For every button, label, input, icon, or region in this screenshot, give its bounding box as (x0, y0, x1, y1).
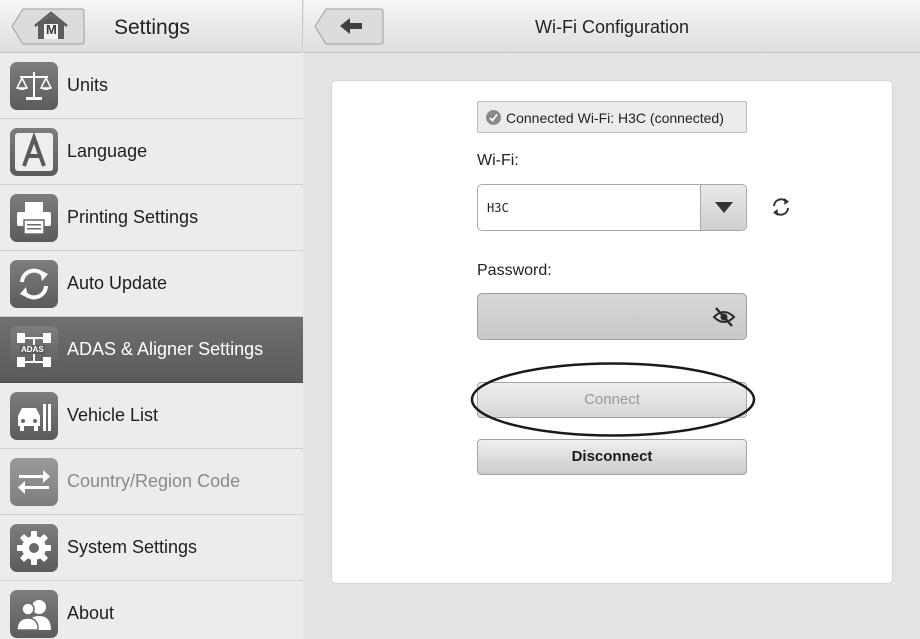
settings-panel: M Settings Units Language Printing Setti… (0, 0, 303, 639)
eye-slash-icon[interactable] (712, 306, 736, 328)
highlight-ellipse (470, 362, 756, 437)
page-title: Settings (114, 16, 190, 39)
dropdown-button[interactable] (700, 185, 746, 230)
sidebar-item-country-region-code[interactable]: Country/Region Code (0, 449, 303, 515)
swap-arrows-icon (10, 458, 58, 506)
home-icon-letter: M (46, 22, 57, 37)
wifi-config-panel: Wi-Fi Configuration Connected Wi-Fi: H3C… (304, 0, 920, 639)
sidebar-item-system-settings[interactable]: System Settings (0, 515, 303, 581)
sidebar-item-about[interactable]: About (0, 581, 303, 639)
sidebar-item-label: System Settings (67, 537, 198, 557)
sidebar-item-vehicle-list[interactable]: Vehicle List (0, 383, 303, 449)
sidebar-item-units[interactable]: Units (0, 53, 303, 119)
letter-a-icon (10, 128, 58, 176)
settings-menu: Units Language Printing Settings Auto Up… (0, 53, 303, 639)
wifi-form-card: Connected Wi-Fi: H3C (connected) Wi-Fi: … (331, 80, 893, 584)
sidebar-item-label: Language (67, 141, 148, 161)
password-field[interactable] (477, 293, 747, 340)
sidebar-item-language[interactable]: Language (0, 119, 303, 185)
sidebar-item-label: Units (67, 75, 109, 95)
connection-status: Connected Wi-Fi: H3C (connected) (477, 101, 747, 133)
sidebar-item-label: Vehicle List (67, 405, 159, 425)
wifi-header: Wi-Fi Configuration (304, 0, 920, 53)
sidebar-item-label: Country/Region Code (67, 471, 241, 491)
check-icon (486, 110, 501, 125)
wifi-selected-value: H3C (487, 201, 509, 215)
sidebar-item-label: About (67, 603, 115, 623)
vehicle-list-icon (10, 392, 58, 440)
printer-icon (10, 194, 58, 242)
scale-icon (10, 62, 58, 110)
connection-status-text: Connected Wi-Fi: H3C (connected) (506, 110, 724, 126)
refresh-icon[interactable] (769, 195, 793, 219)
sidebar-item-label: Auto Update (67, 273, 168, 293)
sidebar-item-adas-aligner-settings[interactable]: ADAS ADAS & Aligner Settings (0, 317, 303, 383)
home-button[interactable]: M (11, 8, 85, 45)
disconnect-button[interactable]: Disconnect (477, 439, 747, 475)
wifi-config-title: Wi-Fi Configuration (534, 17, 690, 37)
settings-header: M Settings (0, 0, 302, 53)
gear-icon (10, 524, 58, 572)
sidebar-item-label: ADAS & Aligner Settings (67, 339, 264, 359)
sidebar-item-label: Printing Settings (67, 207, 199, 227)
refresh-arrows-icon (10, 260, 58, 308)
wifi-select[interactable]: H3C (477, 184, 747, 231)
adas-icon: ADAS (10, 326, 58, 374)
chevron-down-icon (715, 202, 733, 213)
password-label: Password: (477, 262, 552, 279)
users-icon (10, 590, 58, 638)
sidebar-item-auto-update[interactable]: Auto Update (0, 251, 303, 317)
sidebar-item-printing-settings[interactable]: Printing Settings (0, 185, 303, 251)
wifi-label: Wi-Fi: (477, 152, 519, 169)
adas-icon-text: ADAS (20, 345, 45, 354)
